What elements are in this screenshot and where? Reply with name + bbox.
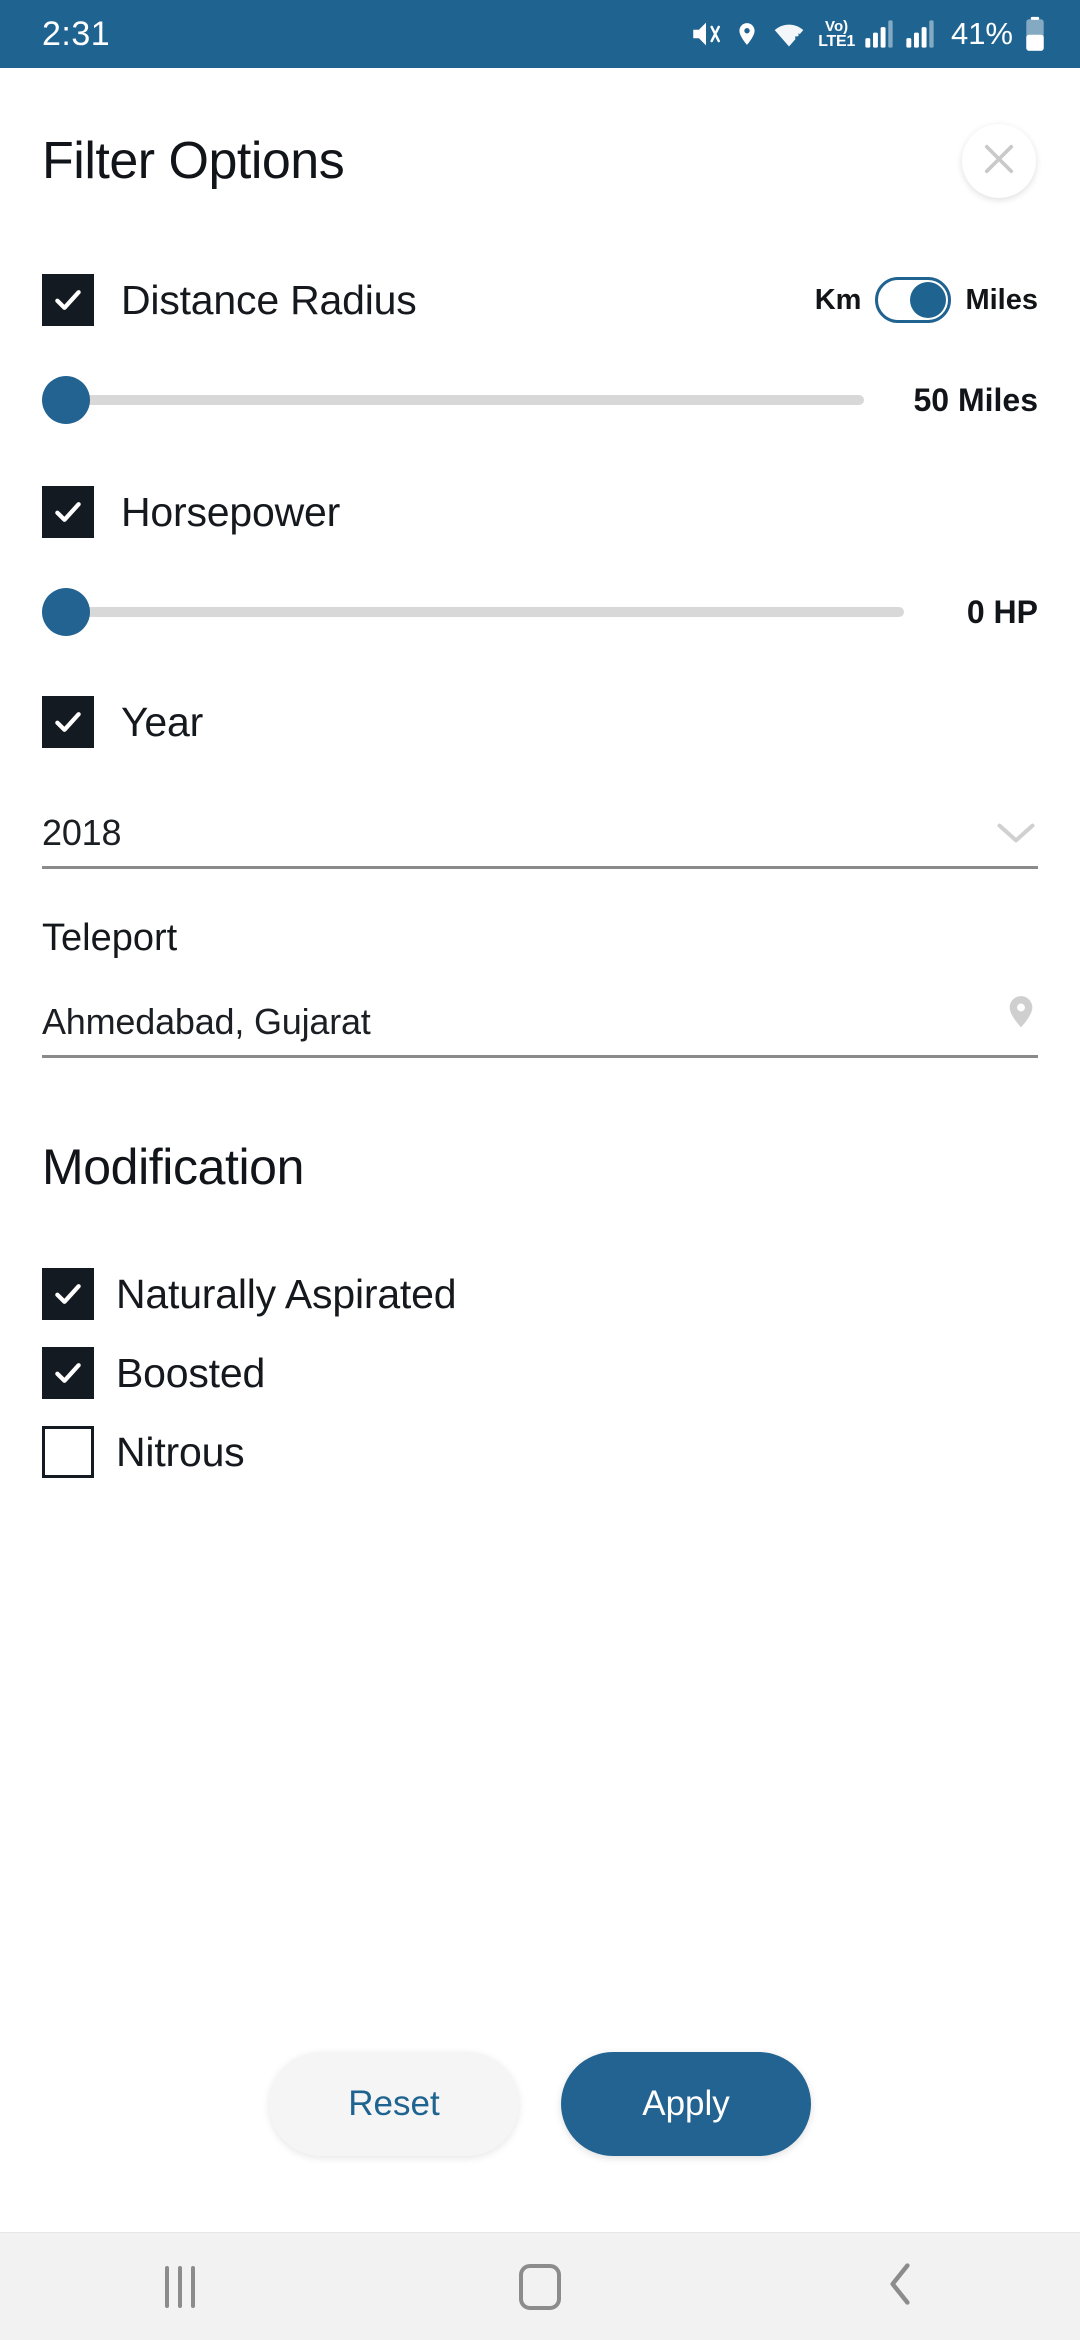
boosted-checkbox[interactable] [42, 1347, 94, 1399]
home-button[interactable] [450, 2263, 630, 2310]
horsepower-label: Horsepower [121, 488, 341, 535]
system-navigation-bar [0, 2232, 1080, 2340]
naturally-aspirated-group[interactable]: Naturally Aspirated [42, 1268, 457, 1320]
status-bar: 2:31 Vo) LTE1 41% [0, 0, 1080, 68]
unit-miles-label: Miles [965, 283, 1038, 316]
close-icon [978, 138, 1020, 185]
toggle-knob [910, 282, 947, 318]
apply-button[interactable]: Apply [561, 2052, 811, 2156]
distance-radius-checkbox-group[interactable]: Distance Radius [42, 274, 417, 326]
naturally-aspirated-checkbox[interactable] [42, 1268, 94, 1320]
horsepower-slider-row: 0 HP [42, 588, 1038, 636]
distance-radius-label: Distance Radius [121, 276, 417, 323]
year-row: Year [42, 696, 1038, 748]
modification-option-boosted[interactable]: Boosted [42, 1347, 1038, 1399]
distance-slider-value: 50 Miles [913, 381, 1038, 418]
year-label: Year [121, 698, 204, 745]
nitrous-label: Nitrous [116, 1428, 245, 1475]
horsepower-slider-track [42, 607, 904, 617]
year-dropdown-value: 2018 [42, 812, 122, 853]
modification-option-naturally-aspirated[interactable]: Naturally Aspirated [42, 1268, 1038, 1320]
mute-icon [689, 17, 723, 51]
status-icons: Vo) LTE1 41% [689, 16, 1046, 52]
status-time: 2:31 [42, 14, 111, 53]
horsepower-checkbox-group[interactable]: Horsepower [42, 486, 340, 538]
unit-km-label: Km [814, 283, 862, 316]
modification-heading: Modification [42, 1139, 304, 1195]
teleport-value: Ahmedabad, Gujarat [42, 1001, 371, 1042]
distance-slider[interactable] [42, 376, 864, 424]
year-checkbox-group[interactable]: Year [42, 696, 203, 748]
unit-toggle-group[interactable]: Km Miles [815, 277, 1038, 323]
teleport-label: Teleport [42, 917, 178, 959]
wifi-icon [771, 18, 807, 50]
recent-apps-button[interactable] [90, 2265, 270, 2308]
phone-screen: 2:31 Vo) LTE1 41% Filter Options Distanc… [0, 0, 1080, 2340]
location-icon [734, 17, 760, 51]
modification-option-nitrous[interactable]: Nitrous [42, 1426, 1038, 1478]
horsepower-slider-thumb[interactable] [42, 588, 90, 636]
horsepower-slider[interactable] [42, 588, 904, 636]
signal-sim2-icon [905, 19, 935, 49]
distance-slider-track [42, 395, 864, 405]
naturally-aspirated-label: Naturally Aspirated [116, 1270, 457, 1317]
map-pin-icon[interactable] [1004, 994, 1038, 1043]
boosted-label: Boosted [116, 1349, 266, 1396]
panel-header: Filter Options [42, 68, 1038, 198]
nitrous-group[interactable]: Nitrous [42, 1426, 245, 1478]
battery-percent-label: 41% [950, 16, 1013, 51]
battery-icon [1024, 16, 1046, 52]
year-checkbox[interactable] [42, 696, 94, 748]
horsepower-slider-value: 0 HP [966, 593, 1038, 630]
year-dropdown[interactable]: 2018 [42, 812, 1038, 869]
boosted-group[interactable]: Boosted [42, 1347, 265, 1399]
action-buttons: Reset Apply [0, 2052, 1080, 2156]
back-button[interactable] [810, 2260, 990, 2313]
distance-radius-checkbox[interactable] [42, 274, 94, 326]
back-icon [881, 2260, 919, 2313]
page-title: Filter Options [42, 132, 345, 190]
recent-apps-icon [165, 2265, 195, 2308]
distance-slider-thumb[interactable] [42, 376, 90, 424]
distance-slider-row: 50 Miles [42, 376, 1038, 424]
distance-radius-row: Distance Radius Km Miles [42, 274, 1038, 326]
teleport-input[interactable]: Ahmedabad, Gujarat [42, 994, 1038, 1058]
home-icon [519, 2263, 561, 2310]
filter-options-panel: Filter Options Distance Radius Km Miles … [0, 68, 1080, 2232]
horsepower-checkbox[interactable] [42, 486, 94, 538]
chevron-down-icon [994, 819, 1038, 852]
signal-sim1-icon [864, 19, 894, 49]
volte-bottom-label: LTE1 [818, 32, 855, 50]
km-miles-toggle[interactable] [875, 277, 952, 323]
reset-button[interactable]: Reset [269, 2052, 519, 2156]
nitrous-checkbox[interactable] [42, 1426, 94, 1478]
volte-top-label: Vo) [825, 17, 849, 35]
close-button[interactable] [962, 124, 1036, 198]
horsepower-row: Horsepower [42, 486, 1038, 538]
volte-icon: Vo) LTE1 [818, 19, 855, 50]
